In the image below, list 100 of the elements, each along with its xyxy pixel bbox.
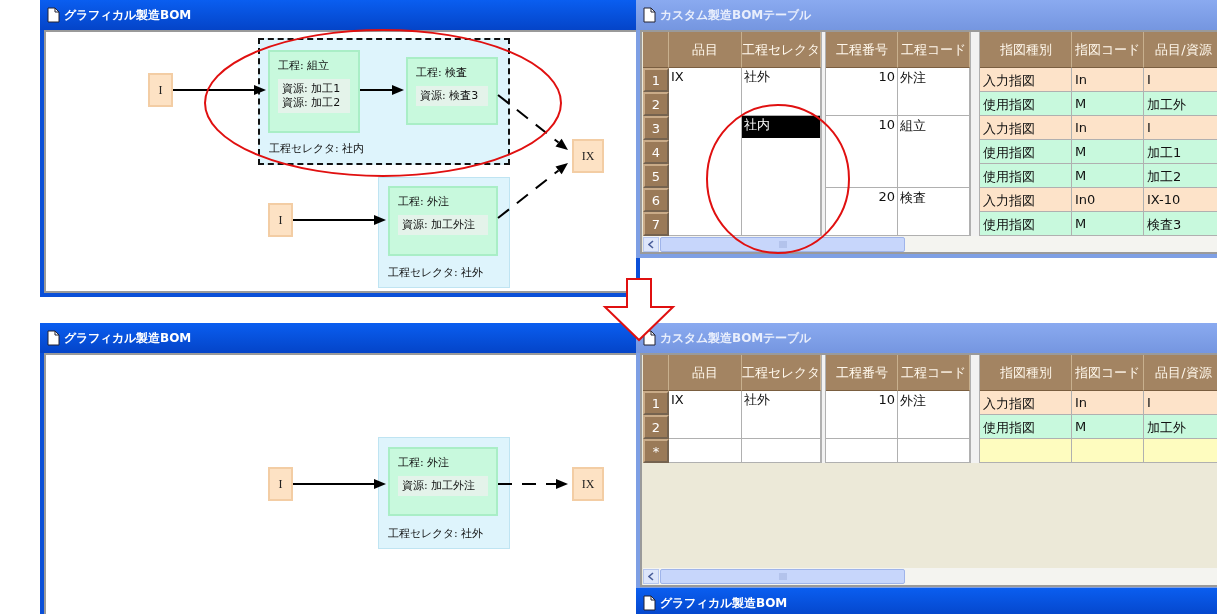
row-header[interactable]: 1 [643, 391, 669, 415]
column-header[interactable]: 品目 [669, 32, 742, 68]
table-cell: In [1072, 116, 1144, 140]
table-cell: 使用指図 [980, 415, 1072, 439]
row-header[interactable]: * [643, 439, 669, 463]
horizontal-scrollbar[interactable] [643, 568, 1217, 585]
table-cell: 加工外 [1144, 92, 1217, 116]
column-header[interactable]: 品目/資源 [1144, 355, 1217, 391]
scroll-thumb[interactable] [660, 569, 905, 584]
group-label: 工程セレクタ: 社内 [269, 141, 366, 156]
process-node[interactable]: 工程: 組立 資源: 加工1 資源: 加工2 [268, 50, 360, 133]
selector-value[interactable]: 社内 [742, 116, 820, 138]
document-icon [46, 330, 60, 346]
table-cell: I [1144, 68, 1217, 92]
column-header[interactable]: 指図種別 [980, 32, 1072, 68]
table-cell: M [1072, 415, 1144, 439]
table-cell: M [1072, 92, 1144, 116]
corner-header [643, 355, 669, 391]
table-cell [898, 439, 970, 463]
table-cell [826, 439, 898, 463]
table-cell: 入力指図 [980, 68, 1072, 92]
window-title: カスタム製造BOMテーブル [660, 329, 812, 347]
table-cell: 10 [826, 116, 898, 188]
window-title: グラフィカル製造BOM [64, 6, 192, 24]
column-header[interactable]: 工程セレクタ [742, 355, 821, 391]
table-cell: 加工1 [1144, 140, 1217, 164]
row-header[interactable]: 7 [643, 212, 669, 236]
table-cell: 20 [826, 188, 898, 236]
process-title: 工程: 組立 [278, 58, 331, 73]
process-node[interactable]: 工程: 検査 資源: 検査3 [406, 57, 498, 125]
scroll-left-button[interactable] [643, 237, 659, 252]
document-icon [642, 330, 656, 346]
column-header[interactable]: 指図種別 [980, 355, 1072, 391]
table-cell: 使用指図 [980, 140, 1072, 164]
input-item-node[interactable]: I [148, 73, 173, 107]
table-cell: 入力指図 [980, 116, 1072, 140]
process-title: 工程: 外注 [398, 455, 451, 470]
process-node[interactable]: 工程: 外注 資源: 加工外注 [388, 447, 498, 516]
table-cell: 使用指図 [980, 164, 1072, 188]
table-cell: 検査3 [1144, 212, 1217, 236]
column-splitter[interactable] [821, 355, 826, 463]
table-cell: 検査 [898, 188, 970, 236]
row-header[interactable]: 5 [643, 164, 669, 188]
row-header[interactable]: 2 [643, 92, 669, 116]
table-cell: 入力指図 [980, 188, 1072, 212]
table-cell: M [1072, 212, 1144, 236]
column-splitter[interactable] [970, 355, 980, 463]
resource-label: 資源: 加工2 [282, 96, 342, 110]
table-cell: 入力指図 [980, 391, 1072, 415]
input-item-node[interactable]: I [268, 467, 293, 501]
process-title: 工程: 検査 [416, 65, 469, 80]
column-header[interactable]: 工程番号 [826, 32, 898, 68]
process-node[interactable]: 工程: 外注 資源: 加工外注 [388, 186, 498, 256]
table-cell: 10 [826, 391, 898, 439]
table-cell: In [1072, 391, 1144, 415]
window-title: グラフィカル製造BOM [64, 329, 192, 347]
horizontal-scrollbar[interactable] [643, 236, 1217, 252]
output-item-node[interactable]: IX [572, 139, 604, 173]
table-cell: In [1072, 68, 1144, 92]
table-cell: IX-10 [1144, 188, 1217, 212]
window-title: カスタム製造BOMテーブル [660, 6, 812, 24]
column-header[interactable]: 指図コード [1072, 32, 1144, 68]
input-item-node[interactable]: I [268, 203, 293, 237]
group-label: 工程セレクタ: 社外 [388, 265, 485, 280]
column-header[interactable]: 工程セレクタ [742, 32, 821, 68]
scroll-thumb[interactable] [660, 237, 905, 252]
row-header[interactable]: 3 [643, 116, 669, 140]
table-cell: I [1144, 391, 1217, 415]
column-header[interactable]: 品目 [669, 355, 742, 391]
output-item-node[interactable]: IX [572, 467, 604, 501]
window-title: グラフィカル製造BOM [660, 594, 788, 612]
group-label: 工程セレクタ: 社外 [388, 526, 485, 541]
column-header[interactable]: 工程番号 [826, 355, 898, 391]
resource-label: 資源: 加工外注 [402, 218, 477, 232]
selector-value[interactable]: 社外 [742, 391, 820, 413]
column-header[interactable]: 指図コード [1072, 355, 1144, 391]
row-header[interactable]: 1 [643, 68, 669, 92]
column-splitter[interactable] [970, 32, 980, 236]
column-splitter[interactable] [821, 32, 826, 236]
corner-header [643, 32, 669, 68]
row-header[interactable]: 4 [643, 140, 669, 164]
table-cell: 外注 [898, 391, 970, 439]
table-cell: M [1072, 164, 1144, 188]
table-cell: IX [669, 391, 742, 439]
table-cell: 外注 [898, 68, 970, 116]
chevron-left-icon [648, 240, 654, 249]
row-header[interactable]: 6 [643, 188, 669, 212]
column-header[interactable]: 品目/資源 [1144, 32, 1217, 68]
table-cell: 加工外 [1144, 415, 1217, 439]
table-cell: M [1072, 140, 1144, 164]
table-cell: 使用指図 [980, 92, 1072, 116]
scroll-left-button[interactable] [643, 569, 659, 584]
table-cell: I [1144, 116, 1217, 140]
column-header[interactable]: 工程コード [898, 32, 970, 68]
column-header[interactable]: 工程コード [898, 355, 970, 391]
selector-value[interactable]: 社外 [742, 68, 820, 90]
row-header[interactable]: 2 [643, 415, 669, 439]
document-icon [46, 7, 60, 23]
table-cell [1072, 439, 1144, 463]
chevron-left-icon [648, 572, 654, 581]
